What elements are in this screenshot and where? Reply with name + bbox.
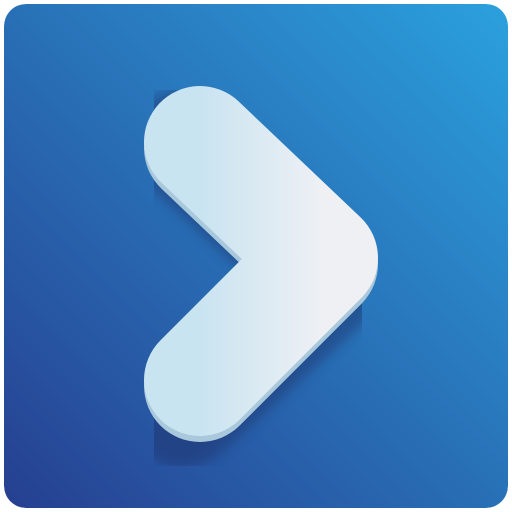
- chevron-right-icon: [4, 4, 508, 508]
- app-icon[interactable]: [4, 4, 508, 508]
